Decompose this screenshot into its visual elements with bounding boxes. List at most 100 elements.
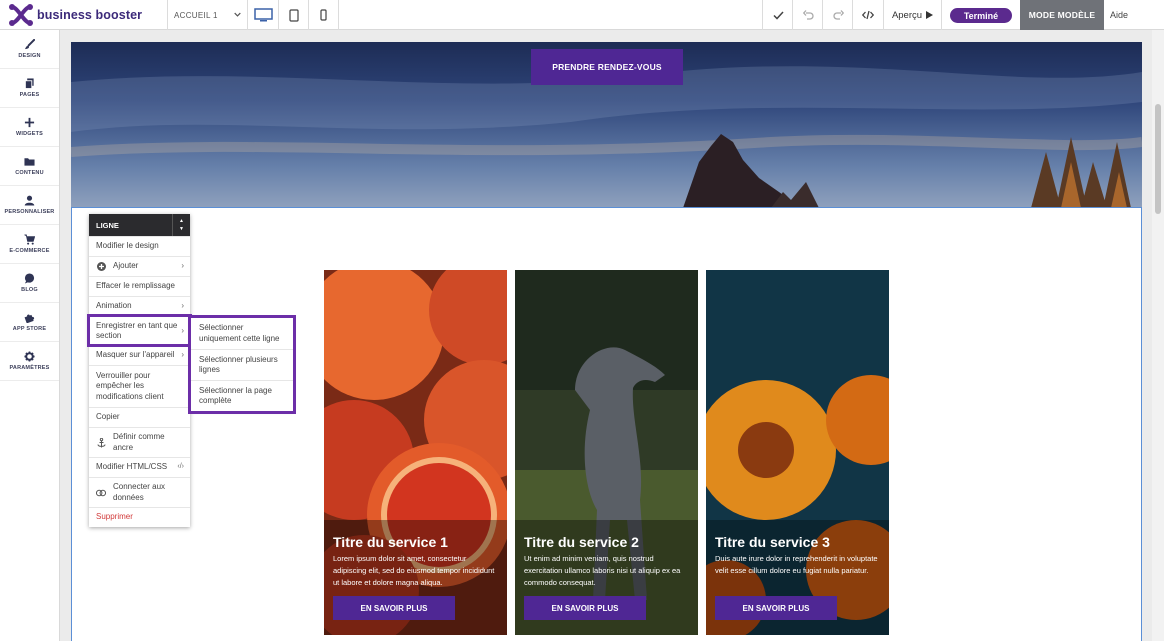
menu-item-save-as-section[interactable]: Enregistrer en tant que section ›: [87, 314, 192, 347]
learn-more-button[interactable]: EN SAVOIR PLUS: [333, 596, 455, 620]
code-view-button[interactable]: [853, 0, 883, 30]
service-title: Titre du service 2: [524, 534, 639, 550]
sidebar-item-widgets[interactable]: WIDGETS: [0, 108, 59, 147]
menu-item-connect-data[interactable]: Connecter aux données: [89, 477, 190, 507]
sidebar-item-personnaliser[interactable]: PERSONNALISER: [0, 186, 59, 225]
sidebar-item-pages[interactable]: PAGES: [0, 69, 59, 108]
context-menu-header: LIGNE ▲ ▼: [89, 214, 190, 236]
brand-logo[interactable]: business booster: [8, 3, 142, 27]
menu-item-label: Connecter aux données: [113, 482, 166, 502]
service-card-2: Titre du service 2 Ut enim ad minim veni…: [515, 270, 698, 635]
mobile-icon: [320, 9, 327, 21]
menu-item-label: Définir comme ancre: [113, 432, 165, 452]
mobile-view-button[interactable]: [309, 0, 338, 30]
menu-item-label: Animation: [96, 301, 132, 311]
sidebar-item-label: DESIGN: [18, 53, 41, 59]
submenu-item-select-multiple-rows[interactable]: Sélectionner plusieurs lignes: [191, 349, 293, 380]
folder-icon: [24, 158, 35, 166]
plus-icon: [24, 117, 35, 128]
sidebar-item-design[interactable]: DESIGN: [0, 30, 59, 69]
desktop-view-button[interactable]: [248, 0, 278, 30]
learn-more-button[interactable]: EN SAVOIR PLUS: [715, 596, 837, 620]
sidebar-item-parametres[interactable]: PARAMÈTRES: [0, 342, 59, 381]
left-sidebar: DESIGN PAGES WIDGETS CONTENU PERSONNALIS…: [0, 30, 60, 641]
canvas-scrollbar[interactable]: [1152, 30, 1164, 641]
redo-icon: [832, 10, 844, 20]
menu-item-add[interactable]: Ajouter ›: [89, 256, 190, 276]
sidebar-item-label: PARAMÈTRES: [9, 365, 50, 371]
chevron-right-icon: ›: [181, 261, 184, 271]
sidebar-item-label: PERSONNALISER: [4, 209, 55, 215]
sidebar-item-app-store[interactable]: APP STORE: [0, 303, 59, 342]
menu-item-label: Modifier le design: [96, 241, 159, 251]
play-icon: [926, 11, 934, 19]
logo-icon: [9, 4, 33, 26]
gear-icon: [24, 351, 35, 362]
menu-item-copy[interactable]: Copier: [89, 407, 190, 427]
arrow-down-icon[interactable]: ▼: [179, 225, 184, 233]
learn-more-button[interactable]: EN SAVOIR PLUS: [524, 596, 646, 620]
save-as-section-submenu: Sélectionner uniquement cette ligne Séle…: [188, 315, 296, 414]
cart-icon: [24, 234, 35, 245]
menu-item-clear-padding[interactable]: Effacer le remplissage: [89, 276, 190, 296]
undo-icon: [802, 10, 814, 20]
chevron-right-icon: ›: [181, 325, 184, 335]
submenu-item-label: Sélectionner uniquement cette ligne: [199, 323, 280, 343]
help-link[interactable]: Aide: [1110, 0, 1128, 30]
preview-button[interactable]: Aperçu: [884, 0, 941, 30]
hero-banner[interactable]: PRENDRE RENDEZ-VOUS: [71, 42, 1142, 208]
brand-name: business booster: [37, 8, 143, 22]
done-button[interactable]: Terminé: [950, 8, 1012, 23]
service-title: Titre du service 3: [715, 534, 830, 550]
menu-item-label: Effacer le remplissage: [96, 281, 175, 291]
save-button[interactable]: [763, 0, 793, 30]
sidebar-item-label: CONTENU: [15, 170, 44, 176]
anchor-icon: [96, 437, 106, 448]
service-description: Lorem ipsum dolor sit amet, consectetur …: [333, 554, 495, 587]
sidebar-item-contenu[interactable]: CONTENU: [0, 147, 59, 186]
arrow-up-icon[interactable]: ▲: [179, 217, 184, 225]
template-mode-button[interactable]: MODE MODÈLE: [1020, 0, 1104, 30]
book-appointment-button[interactable]: PRENDRE RENDEZ-VOUS: [531, 49, 683, 85]
code-icon: [862, 10, 874, 20]
tablet-view-button[interactable]: [279, 0, 308, 30]
move-row-controls[interactable]: ▲ ▼: [172, 214, 190, 236]
menu-item-edit-html-css[interactable]: Modifier HTML/CSS ‹/›: [89, 457, 190, 477]
chevron-down-icon: [234, 12, 241, 17]
menu-item-edit-design[interactable]: Modifier le design: [89, 236, 190, 256]
sidebar-item-e-commerce[interactable]: E-COMMERCE: [0, 225, 59, 264]
page-selector-value: ACCUEIL 1: [174, 10, 218, 20]
puzzle-icon: [24, 314, 35, 323]
tablet-icon: [288, 8, 299, 22]
sidebar-item-label: E-COMMERCE: [9, 248, 50, 254]
submenu-item-select-this-row[interactable]: Sélectionner uniquement cette ligne: [191, 318, 293, 349]
services-row[interactable]: Titre du service 1 Lorem ipsum dolor sit…: [71, 207, 1142, 641]
link-icon: [96, 489, 106, 497]
menu-item-set-anchor[interactable]: Définir comme ancre: [89, 427, 190, 457]
desktop-icon: [253, 8, 273, 22]
check-icon: [772, 10, 784, 20]
chevron-right-icon: ›: [181, 301, 184, 311]
user-icon: [24, 195, 35, 206]
menu-item-delete[interactable]: Supprimer: [89, 507, 190, 527]
code-icon: ‹/›: [177, 463, 184, 471]
pages-icon: [24, 78, 34, 89]
submenu-item-select-full-page[interactable]: Sélectionner la page complète: [191, 380, 293, 411]
brush-icon: [24, 39, 35, 50]
submenu-item-label: Sélectionner la page complète: [199, 385, 272, 406]
menu-item-label: Supprimer: [96, 512, 133, 522]
scrollbar-thumb[interactable]: [1155, 104, 1161, 214]
menu-item-label: Modifier HTML/CSS: [96, 462, 168, 472]
sidebar-item-label: BLOG: [21, 287, 38, 293]
page-selector[interactable]: ACCUEIL 1: [168, 0, 247, 30]
sidebar-item-blog[interactable]: BLOG: [0, 264, 59, 303]
submenu-item-label: Sélectionner plusieurs lignes: [199, 354, 278, 375]
redo-button[interactable]: [823, 0, 853, 30]
service-description: Ut enim ad minim veniam, quis nostrud ex…: [524, 554, 681, 587]
menu-item-animation[interactable]: Animation ›: [89, 296, 190, 316]
sidebar-item-label: WIDGETS: [15, 131, 44, 137]
menu-item-lock[interactable]: Verrouiller pour empêcher les modificati…: [89, 365, 190, 407]
undo-button[interactable]: [793, 0, 823, 30]
menu-item-hide-on-device[interactable]: Masquer sur l'appareil ›: [89, 345, 190, 365]
service-card-1: Titre du service 1 Lorem ipsum dolor sit…: [324, 270, 507, 635]
